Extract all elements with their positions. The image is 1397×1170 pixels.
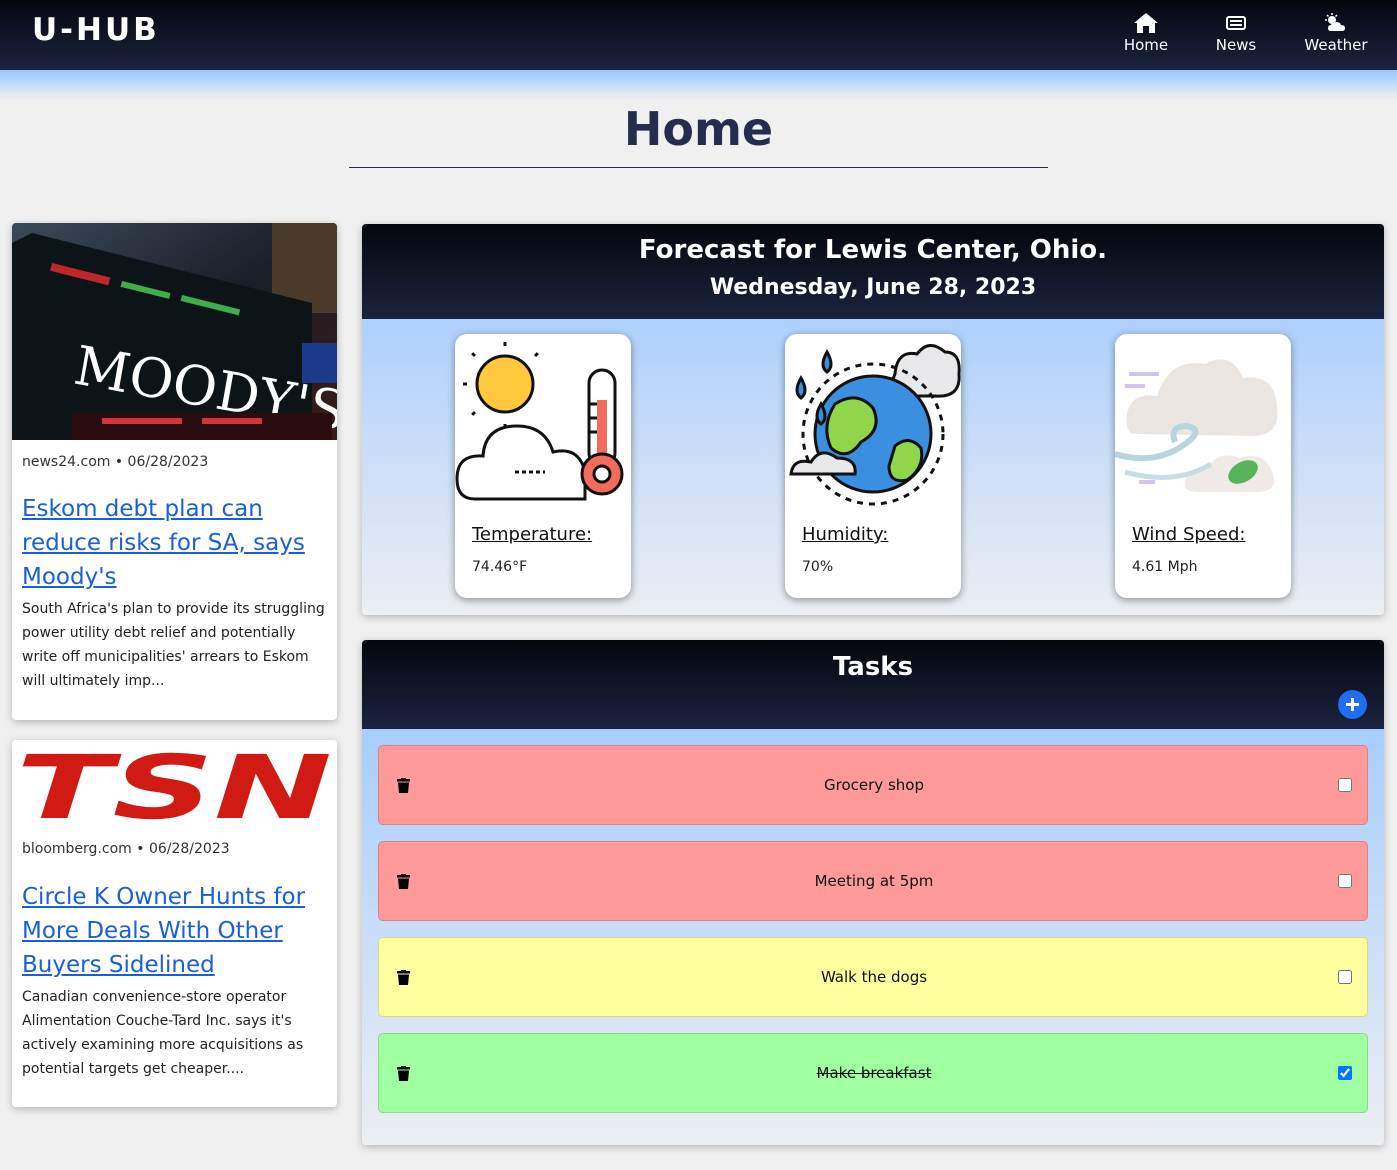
nav-news-label: News: [1215, 36, 1257, 54]
task-item: Meeting at 5pm: [378, 841, 1368, 921]
trash-icon[interactable]: [397, 874, 410, 889]
task-item: Walk the dogs: [378, 937, 1368, 1017]
task-text-completed: Make breakfast: [816, 1064, 932, 1082]
nav-news[interactable]: News: [1210, 12, 1262, 54]
home-icon: [1134, 13, 1158, 33]
title-divider: [349, 167, 1048, 168]
weather-panel: Forecast for Lewis Center, Ohio. Wednesd…: [362, 224, 1384, 615]
add-task-button[interactable]: [1338, 690, 1367, 719]
cloud-sun-icon: [1325, 13, 1345, 31]
trash-icon[interactable]: [397, 1066, 410, 1081]
task-checkbox[interactable]: [1338, 874, 1352, 888]
weather-header: Forecast for Lewis Center, Ohio. Wednesd…: [362, 224, 1384, 319]
newspaper-icon: [1226, 16, 1246, 30]
news-title-link[interactable]: Circle K Owner Hunts for More Deals With…: [22, 880, 322, 982]
task-item: Make breakfast: [378, 1033, 1368, 1113]
cloud-wind-icon: [1115, 359, 1278, 492]
temperature-label: Temperature:: [472, 524, 593, 545]
temperature-value: 74.46°F: [472, 559, 528, 575]
sun-cloud-thermometer-icon: [455, 340, 624, 501]
forecast-title: Forecast for Lewis Center, Ohio.: [638, 235, 1108, 265]
temperature-card: Temperature: 74.46°F: [455, 334, 631, 598]
news-source-date: news24.com • 06/28/2023: [22, 454, 209, 470]
wind-speed-label: Wind Speed:: [1132, 524, 1246, 545]
news-description: South Africa's plan to provide its strug…: [22, 601, 325, 689]
news-source-date: bloomberg.com • 06/28/2023: [22, 841, 230, 857]
task-checkbox[interactable]: [1338, 778, 1352, 792]
navbar-glow: [0, 70, 1397, 100]
task-checkbox[interactable]: [1338, 970, 1352, 984]
page-title: Home: [623, 102, 774, 156]
tasks-title: Tasks: [832, 652, 914, 682]
news-image[interactable]: TSN: [12, 740, 337, 832]
task-checkbox[interactable]: [1338, 1066, 1352, 1080]
task-text: Walk the dogs: [820, 968, 928, 986]
forecast-date: Wednesday, June 28, 2023: [709, 275, 1037, 300]
nav-home-label: Home: [1123, 36, 1169, 54]
news-card: TSN bloomberg.com • 06/28/2023 Circle K …: [12, 740, 337, 1107]
news-image[interactable]: MOODY'S: [12, 223, 337, 440]
wind-speed-card: Wind Speed: 4.61 Mph: [1115, 334, 1291, 598]
news-card: MOODY'S news24.com • 06/28/2023 Eskom de…: [12, 223, 337, 720]
plus-icon: [1346, 698, 1359, 711]
nav-home[interactable]: Home: [1118, 12, 1174, 54]
news-description: Canadian convenience-store operator Alim…: [22, 989, 304, 1077]
task-text: Grocery shop: [824, 776, 924, 794]
earth-raindrops-icon: [789, 344, 961, 506]
task-item: Grocery shop: [378, 745, 1368, 825]
navbar: U-HUB Home News Weather: [0, 0, 1397, 70]
wind-speed-value: 4.61 Mph: [1132, 559, 1198, 575]
nav-weather-label: Weather: [1304, 36, 1368, 54]
trash-icon[interactable]: [397, 778, 410, 793]
news-title-link[interactable]: Eskom debt plan can reduce risks for SA,…: [22, 492, 322, 594]
humidity-card: Humidity: 70%: [785, 334, 961, 598]
tasks-panel: Tasks Grocery shop Meeting at 5pm Walk t…: [362, 640, 1384, 1145]
brand-logo[interactable]: U-HUB: [32, 12, 160, 48]
humidity-label: Humidity:: [802, 524, 889, 545]
trash-icon[interactable]: [397, 970, 410, 985]
tsn-logo-text: TSN: [16, 740, 332, 832]
humidity-value: 70%: [802, 559, 834, 575]
task-text: Meeting at 5pm: [814, 872, 934, 890]
nav-weather[interactable]: Weather: [1300, 12, 1372, 54]
tasks-header: Tasks: [362, 640, 1384, 729]
